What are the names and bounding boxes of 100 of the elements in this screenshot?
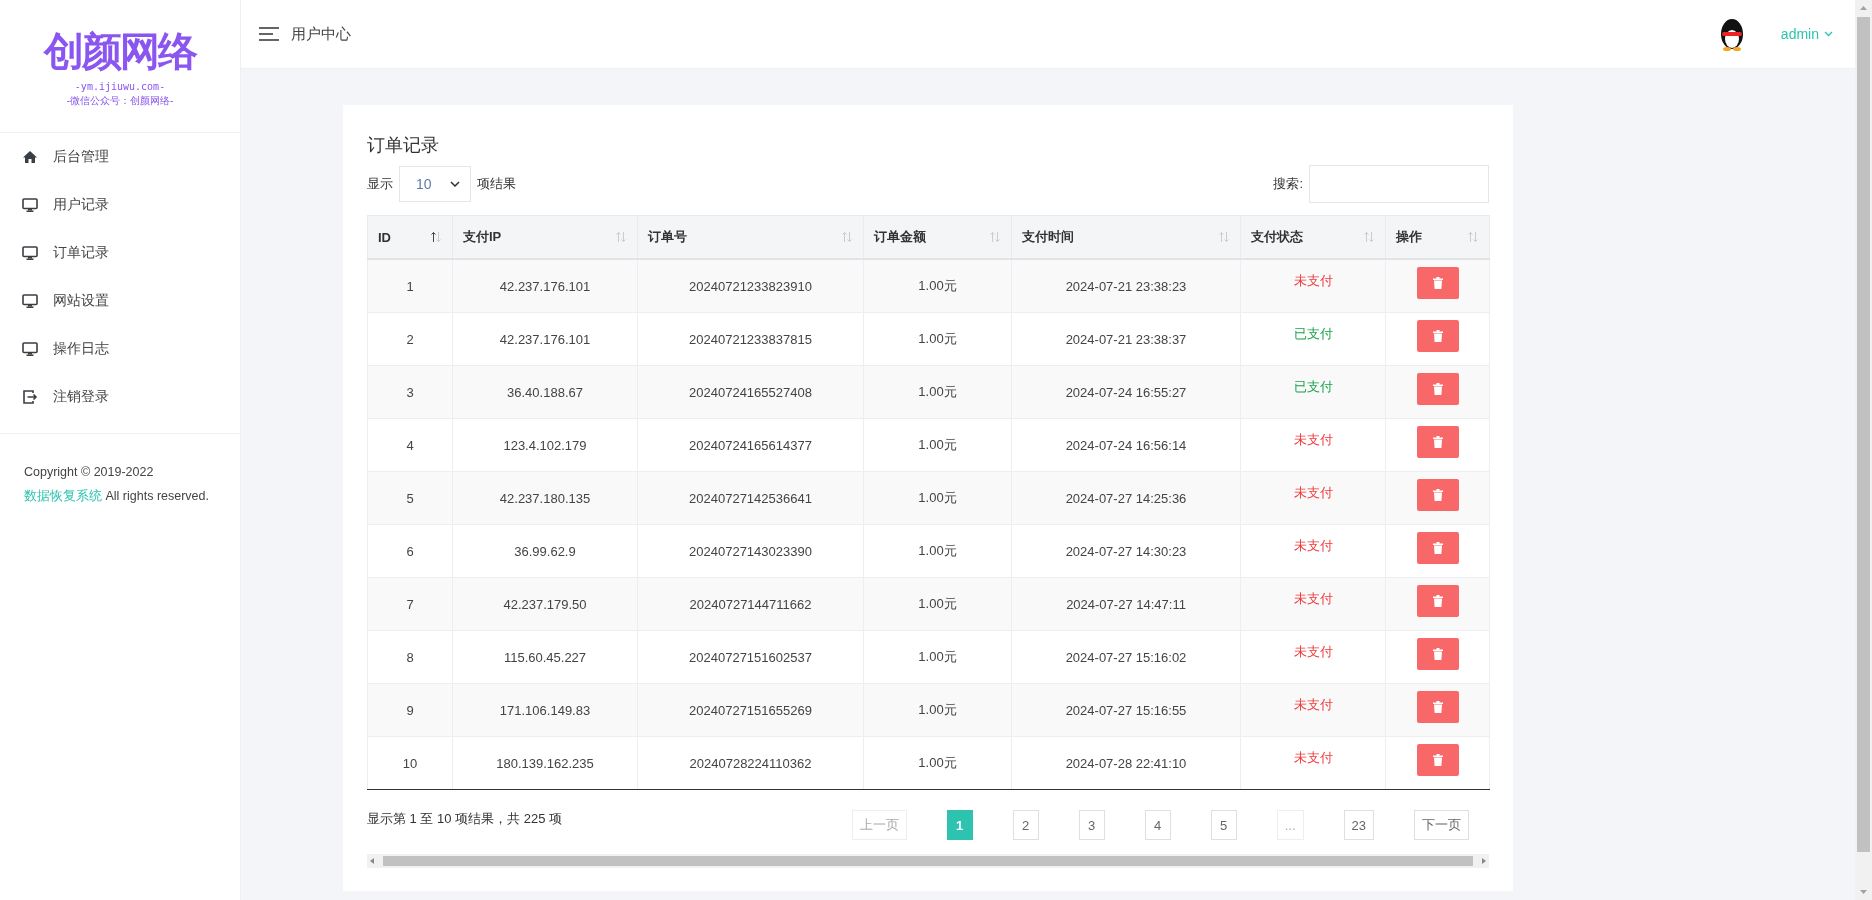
table-cell: 20240728224110362 (637, 736, 864, 790)
page-button[interactable]: 3 (1078, 810, 1105, 840)
page-size-select[interactable]: 10 (399, 166, 471, 202)
table-cell: 2024-07-27 14:47:11 (1011, 577, 1241, 631)
table-cell: 20240721233837815 (637, 312, 864, 366)
card-title: 订单记录 (367, 134, 440, 157)
page-button[interactable]: 2 (1012, 810, 1039, 840)
delete-button[interactable] (1416, 585, 1459, 617)
table-cell: 2024-07-27 14:30:23 (1011, 524, 1241, 578)
payment-status: 未支付 (1293, 749, 1333, 767)
table-cell: 1.00元 (863, 259, 1012, 313)
delete-button[interactable] (1416, 479, 1459, 511)
sidebar-item[interactable]: 网站设置 (0, 277, 240, 325)
table-cell: 20240724165614377 (637, 418, 864, 472)
trash-icon (1432, 330, 1443, 342)
table-cell: 2024-07-27 15:16:55 (1011, 683, 1241, 737)
monitor-icon (22, 245, 38, 261)
payment-status: 已支付 (1293, 378, 1333, 396)
page-title: 用户中心 (291, 24, 352, 44)
sidebar-item[interactable]: 操作日志 (0, 325, 240, 373)
table-cell: 2024-07-21 23:38:23 (1011, 259, 1241, 313)
trash-icon (1432, 595, 1443, 607)
payment-status: 未支付 (1293, 431, 1333, 449)
table-cell: 36.99.62.9 (452, 524, 638, 578)
delete-button[interactable] (1416, 744, 1459, 776)
search-label: 搜索: (1273, 175, 1303, 193)
table-cell: 1.00元 (863, 418, 1012, 472)
trash-icon (1432, 436, 1443, 448)
logout-icon (22, 389, 38, 405)
payment-status: 未支付 (1293, 590, 1333, 608)
trash-icon (1432, 383, 1443, 395)
chevron-down-icon (450, 181, 460, 187)
table-cell: 42.237.180.135 (452, 471, 638, 525)
table-cell: 2024-07-24 16:55:27 (1011, 365, 1241, 419)
column-header[interactable]: ID (367, 215, 453, 259)
table-cell: 9 (367, 683, 453, 737)
sidebar-item[interactable]: 后台管理 (0, 133, 240, 181)
table-cell: 180.139.162.235 (452, 736, 638, 790)
search-field[interactable] (1309, 165, 1489, 203)
delete-button[interactable] (1416, 320, 1459, 352)
table-cell: 115.60.45.227 (452, 630, 638, 684)
trash-icon (1432, 701, 1443, 713)
table-cell: 1.00元 (863, 630, 1012, 684)
table-cell: 6 (367, 524, 453, 578)
table-cell: 171.106.149.83 (452, 683, 638, 737)
logo-title: 创颜网络 (44, 28, 196, 75)
table-cell: 1.00元 (863, 524, 1012, 578)
monitor-icon (22, 293, 38, 309)
table-cell: 20240727151655269 (637, 683, 864, 737)
trash-icon (1432, 542, 1443, 554)
table-cell: 8 (367, 630, 453, 684)
table-cell: 123.4.102.179 (452, 418, 638, 472)
payment-status: 未支付 (1293, 484, 1333, 502)
trash-icon (1432, 277, 1443, 289)
table-cell: 20240724165527408 (637, 365, 864, 419)
table-cell: 42.237.176.101 (452, 312, 638, 366)
page-button[interactable]: 4 (1144, 810, 1171, 840)
sidebar-item[interactable]: 用户记录 (0, 181, 240, 229)
table-cell: 10 (367, 736, 453, 790)
column-header[interactable]: 支付状态 (1240, 215, 1386, 259)
monitor-icon (22, 341, 38, 357)
table-cell: 2024-07-27 15:16:02 (1011, 630, 1241, 684)
column-header[interactable]: 订单金额 (863, 215, 1012, 259)
monitor-icon (22, 197, 38, 213)
table-cell: 1.00元 (863, 577, 1012, 631)
menu-icon[interactable] (259, 27, 279, 41)
column-header[interactable]: 操作 (1385, 215, 1490, 259)
delete-button[interactable] (1416, 267, 1459, 299)
table-cell: 20240727143023390 (637, 524, 864, 578)
delete-button[interactable] (1416, 532, 1459, 564)
length-label: 显示 (367, 175, 393, 193)
delete-button[interactable] (1416, 691, 1459, 723)
page-button[interactable]: 23 (1343, 810, 1374, 840)
payment-status: 未支付 (1293, 643, 1333, 661)
sidebar-item[interactable]: 注销登录 (0, 373, 240, 421)
copyright-text: Copyright © 2019-2022 数据恢复系统 All rights reserved. (23, 464, 210, 505)
delete-button[interactable] (1416, 373, 1459, 405)
table-cell: 1.00元 (863, 471, 1012, 525)
delete-button[interactable] (1416, 426, 1459, 458)
table-cell: 2024-07-24 16:56:14 (1011, 418, 1241, 472)
table-cell: 3 (367, 365, 453, 419)
trash-icon (1432, 754, 1443, 766)
horizontal-scrollbar[interactable] (367, 854, 1489, 868)
delete-button[interactable] (1416, 638, 1459, 670)
column-header[interactable]: 支付时间 (1011, 215, 1241, 259)
length-label: 项结果 (477, 175, 516, 193)
trash-icon (1432, 489, 1443, 501)
sidebar-item[interactable]: 订单记录 (0, 229, 240, 277)
column-header[interactable]: 订单号 (637, 215, 864, 259)
column-header[interactable]: 支付IP (452, 215, 638, 259)
page-button[interactable]: 下一页 (1414, 810, 1469, 840)
payment-status: 未支付 (1293, 272, 1333, 290)
table-cell: 1.00元 (863, 683, 1012, 737)
table-cell: 2024-07-21 23:38:37 (1011, 312, 1241, 366)
table-cell: 4 (367, 418, 453, 472)
logo-subtitle: -微信公众号：创颜网络- (66, 94, 174, 108)
page-button[interactable]: 5 (1210, 810, 1237, 840)
table-cell: 20240727142536641 (637, 471, 864, 525)
table-cell: 42.237.179.50 (452, 577, 638, 631)
table-cell: 20240727144711662 (637, 577, 864, 631)
